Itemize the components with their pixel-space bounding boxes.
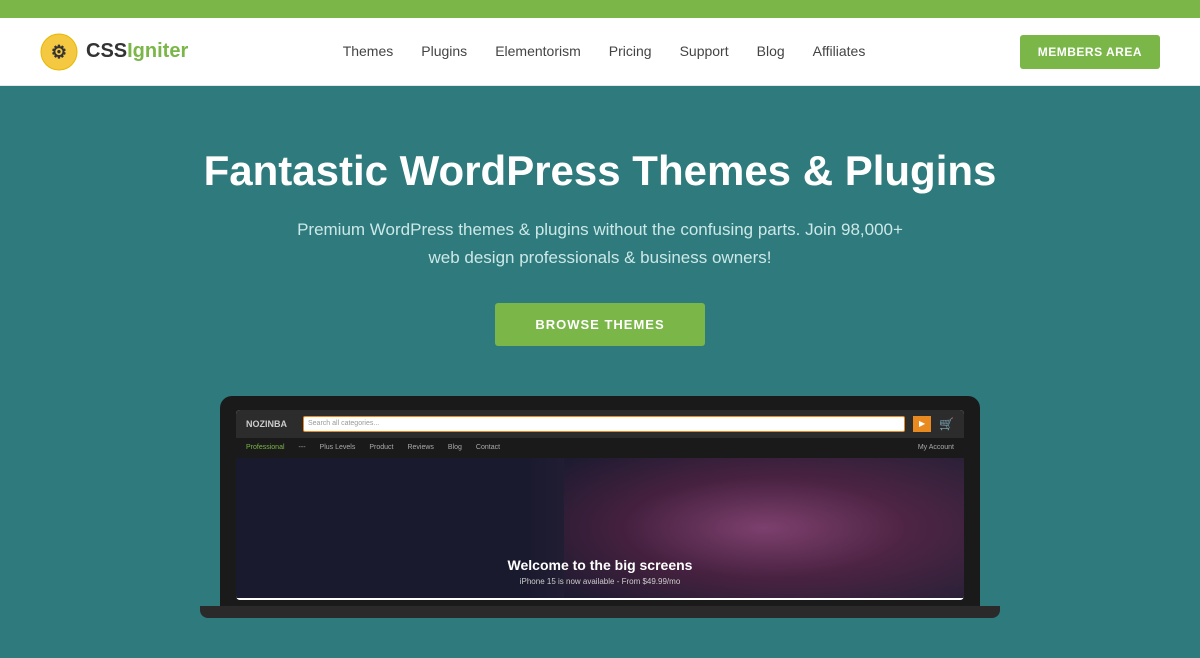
browse-themes-button[interactable]: BROWSE THEMES [495, 303, 704, 346]
screen-hero-title: Welcome to the big screens [252, 557, 948, 573]
nav-affiliates[interactable]: Affiliates [813, 43, 866, 59]
laptop-screen: NOZINBA Search all categories... ▶ 🛒 Pro… [236, 410, 964, 600]
laptop-base [200, 606, 1000, 618]
logo-icon: ⚙ [40, 33, 78, 71]
screen-nav-professional: Professional [246, 444, 285, 451]
hero-title: Fantastic WordPress Themes & Plugins [204, 146, 997, 196]
logo[interactable]: ⚙ CSSIgniter [40, 33, 188, 71]
screen-nav: Professional --- Plus Levels Product Rev… [236, 438, 964, 458]
screen-hero-subtitle: iPhone 15 is now available - From $49.99… [252, 577, 948, 586]
nav-themes[interactable]: Themes [343, 43, 394, 59]
screen-nav-blog: Blog [448, 444, 462, 451]
screen-search-button: ▶ [913, 416, 931, 432]
hero-section: Fantastic WordPress Themes & Plugins Pre… [0, 86, 1200, 658]
screen-cart-icon: 🛒 [939, 417, 954, 431]
nav-pricing[interactable]: Pricing [609, 43, 652, 59]
nav-blog[interactable]: Blog [757, 43, 785, 59]
screen-search-placeholder: Search all categories... [308, 420, 379, 427]
screen-search-bar: Search all categories... [303, 416, 905, 432]
nav-support[interactable]: Support [680, 43, 729, 59]
top-accent-bar [0, 0, 1200, 18]
logo-text: CSSIgniter [86, 40, 188, 63]
hero-subtitle: Premium WordPress themes & plugins witho… [290, 216, 910, 270]
laptop-mockup: NOZINBA Search all categories... ▶ 🛒 Pro… [220, 396, 980, 606]
mockup-area: NOZINBA Search all categories... ▶ 🛒 Pro… [40, 396, 1160, 606]
screen-account: My Account [918, 444, 954, 451]
screen-nav-reviews: Reviews [407, 444, 433, 451]
screen-nav-product: Product [369, 444, 393, 451]
screen-nav-contact: Contact [476, 444, 500, 451]
screen-hero-content: Welcome to the big screens iPhone 15 is … [252, 557, 948, 586]
screen-nav-separator: --- [299, 444, 306, 451]
screen-nav-plus: Plus Levels [320, 444, 356, 451]
screen-topbar: NOZINBA Search all categories... ▶ 🛒 [236, 410, 964, 438]
svg-text:⚙: ⚙ [51, 42, 67, 62]
nav-elementorism[interactable]: Elementorism [495, 43, 581, 59]
screen-hero: Welcome to the big screens iPhone 15 is … [236, 458, 964, 598]
members-area-button[interactable]: MEMBERS AREA [1020, 35, 1160, 69]
screen-logo-text: NOZINBA [246, 419, 287, 429]
nav-plugins[interactable]: Plugins [421, 43, 467, 59]
main-nav: Themes Plugins Elementorism Pricing Supp… [343, 43, 866, 61]
site-header: ⚙ CSSIgniter Themes Plugins Elementorism… [0, 18, 1200, 86]
